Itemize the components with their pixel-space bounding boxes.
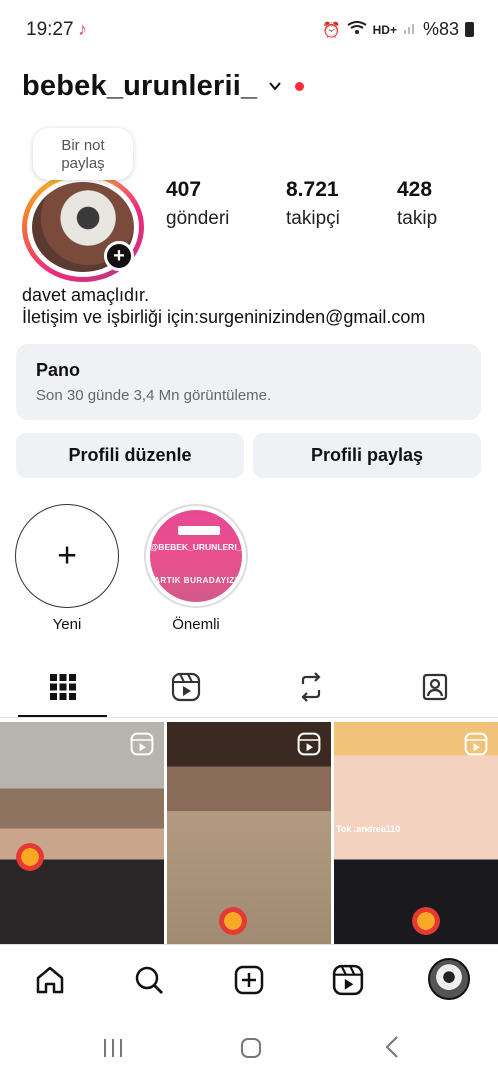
dashboard-title: Pano: [36, 360, 81, 380]
highlight-cover[interactable]: @BEBEK_URUNLERI_2021 ARTIK BURADAYIZ!: [144, 504, 248, 608]
tab-tagged[interactable]: [390, 656, 480, 718]
reel-badge-icon: [464, 732, 488, 756]
status-time: 19:27: [26, 19, 74, 40]
reels-icon: [332, 964, 364, 996]
nav-search[interactable]: [131, 962, 167, 998]
profile-avatar: [428, 958, 470, 1000]
wifi-icon: [347, 20, 367, 39]
stat-posts-value: 407: [166, 178, 202, 201]
stat-following[interactable]: 428 takip: [397, 178, 437, 230]
dashboard-subtitle: Son 30 günde 3,4 Mn görüntüleme.: [36, 387, 272, 404]
alarm-icon: ⏰: [321, 21, 341, 39]
home-circle-icon: [241, 1038, 261, 1058]
bio-line2: İletişim ve işbirliği için:surgeninizind…: [22, 307, 426, 327]
profile-header: bebek_urunlerii_: [22, 66, 305, 106]
battery-percentage: %83: [422, 19, 459, 39]
tagged-icon: [422, 673, 448, 701]
back-button[interactable]: [382, 1034, 402, 1066]
search-icon: [135, 966, 163, 994]
reposts-icon: [301, 672, 321, 702]
home-button[interactable]: [240, 1034, 262, 1066]
nav-home[interactable]: [32, 962, 68, 998]
bottom-nav: [0, 950, 498, 1012]
notification-dot: [295, 81, 305, 91]
create-icon: [234, 965, 264, 995]
nav-reels[interactable]: [330, 962, 366, 998]
system-nav: [0, 1014, 498, 1080]
profile-tabs: [0, 656, 498, 718]
sticker: [10, 842, 50, 872]
new-highlight-circle[interactable]: +: [15, 504, 119, 608]
grid-post[interactable]: Tok .andrea110: [334, 722, 498, 944]
posts-grid: Tok .andrea110: [0, 722, 498, 944]
nav-create[interactable]: [231, 962, 267, 998]
stat-posts-label: gönderi: [166, 208, 230, 229]
grid-post[interactable]: [0, 722, 164, 944]
sticker: [406, 906, 446, 936]
grid-icon: [50, 674, 76, 700]
watermark-text: Tok .andrea110: [336, 824, 401, 834]
dashboard-card[interactable]: Pano Son 30 günde 3,4 Mn görüntüleme.: [16, 344, 481, 420]
username[interactable]: bebek_urunlerii_: [22, 70, 257, 103]
share-profile-button[interactable]: Profili paylaş: [253, 433, 481, 478]
add-story-icon[interactable]: +: [104, 241, 134, 271]
battery-icon: [465, 22, 474, 37]
active-tab-indicator: [18, 715, 107, 717]
highlight-new[interactable]: + Yeni: [15, 504, 119, 633]
edit-profile-button[interactable]: Profili düzenle: [16, 433, 244, 478]
status-bar: 19:27 ♪ ⏰ HD+ %83: [0, 0, 498, 58]
signal-icon: [403, 21, 417, 39]
highlight-cover-text1: @BEBEK_URUNLERI_2021: [150, 542, 242, 552]
bio: davet amaçlıdır. İletişim ve işbirliği i…: [22, 284, 425, 328]
tiktok-icon: ♪: [78, 19, 87, 39]
stat-following-label: takip: [397, 208, 438, 229]
recent-apps-button[interactable]: [102, 1034, 124, 1066]
note-text-line1: Bir not: [61, 137, 105, 154]
tab-grid[interactable]: [18, 656, 108, 718]
status-icons: ⏰ HD+ %83: [322, 19, 474, 40]
recent-apps-icon: [104, 1039, 122, 1057]
nav-profile[interactable]: [428, 958, 470, 1000]
plus-icon: +: [57, 536, 77, 575]
stat-following-value: 428: [397, 178, 433, 201]
bio-line1: davet amaçlıdır.: [22, 285, 150, 305]
note-text-line2: paylaş: [61, 155, 105, 172]
highlight-label: Önemli: [172, 616, 220, 633]
stat-posts[interactable]: 407 gönderi: [166, 178, 229, 230]
stat-followers-value: 8.721: [286, 178, 339, 201]
sticker: [213, 906, 253, 936]
tab-reels[interactable]: [141, 656, 231, 718]
stat-followers[interactable]: 8.721 takipçi: [286, 178, 340, 230]
chevron-down-icon[interactable]: [267, 78, 283, 94]
tab-reposts[interactable]: [266, 656, 356, 718]
reels-icon: [171, 672, 201, 702]
grid-post[interactable]: [167, 722, 331, 944]
home-icon: [36, 966, 64, 994]
highlight-label: Yeni: [52, 616, 82, 633]
hd-plus-icon: HD+: [372, 22, 397, 37]
highlight-onemli[interactable]: @BEBEK_URUNLERI_2021 ARTIK BURADAYIZ! Ön…: [144, 504, 248, 633]
reel-badge-icon: [130, 732, 154, 756]
reel-badge-icon: [297, 732, 321, 756]
back-icon: [385, 1036, 398, 1058]
stat-followers-label: takipçi: [286, 208, 340, 229]
highlight-cover-text2: ARTIK BURADAYIZ!: [154, 576, 238, 585]
note-bubble[interactable]: Bir not paylaş: [33, 128, 133, 180]
